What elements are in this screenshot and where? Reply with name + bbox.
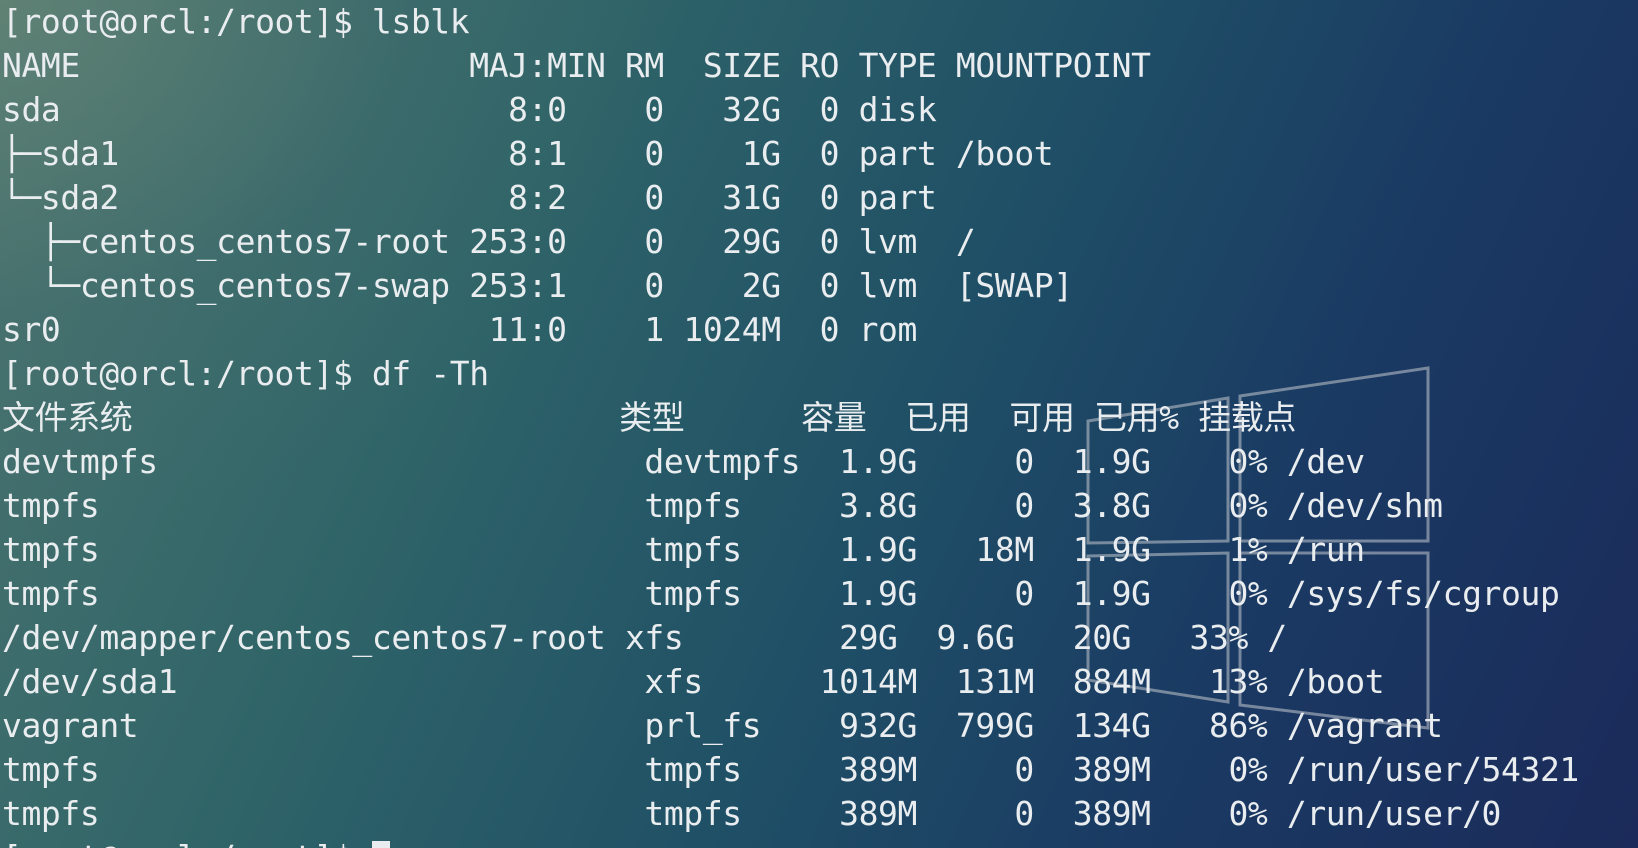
terminal-line-lsblk-header: NAME MAJ:MIN RM SIZE RO TYPE MOUNTPOINT [2,46,1151,85]
terminal-line-df-row: tmpfs tmpfs 1.9G 18M 1.9G 1% /run [2,530,1365,569]
terminal-line-lsblk-row: └─sda2 8:2 0 31G 0 part [2,178,937,217]
terminal-line-df-command: [root@orcl:/root]$ df -Th [2,354,489,393]
terminal-line-lsblk-row: └─centos_centos7-swap 253:1 0 2G 0 lvm [… [2,266,1073,305]
terminal-line-df-header: 文件系统 类型 容量 已用 可用 已用% 挂载点 [2,398,1296,437]
terminal-line-df-row: /dev/mapper/centos_centos7-root xfs 29G … [2,618,1287,657]
terminal-line-lsblk-row: ├─sda1 8:1 0 1G 0 part /boot [2,134,1054,173]
terminal-line-lsblk-row: sr0 11:0 1 1024M 0 rom [2,310,917,349]
terminal-line-df-row: tmpfs tmpfs 389M 0 389M 0% /run/user/0 [2,794,1502,833]
terminal-output[interactable]: [root@orcl:/root]$ lsblk NAME MAJ:MIN RM… [2,0,1638,848]
terminal-line-lsblk-command: [root@orcl:/root]$ lsblk [2,2,470,41]
terminal-line-lsblk-row: sda 8:0 0 32G 0 disk [2,90,937,129]
terminal-prompt-line[interactable]: [root@orcl:/root]$ [2,836,1638,848]
terminal-line-lsblk-row: ├─centos_centos7-root 253:0 0 29G 0 lvm … [2,222,976,261]
terminal-line-df-row: tmpfs tmpfs 1.9G 0 1.9G 0% /sys/fs/cgrou… [2,574,1560,613]
terminal-line-df-row: vagrant prl_fs 932G 799G 134G 86% /vagra… [2,706,1443,745]
terminal-line-df-row: tmpfs tmpfs 3.8G 0 3.8G 0% /dev/shm [2,486,1443,525]
terminal-line-df-row: tmpfs tmpfs 389M 0 389M 0% /run/user/543… [2,750,1579,789]
text-cursor [371,841,390,848]
terminal-line-df-row: devtmpfs devtmpfs 1.9G 0 1.9G 0% /dev [2,442,1365,481]
terminal-line-df-row: /dev/sda1 xfs 1014M 131M 884M 13% /boot [2,662,1385,701]
prompt-text: [root@orcl:/root]$ [2,838,372,848]
